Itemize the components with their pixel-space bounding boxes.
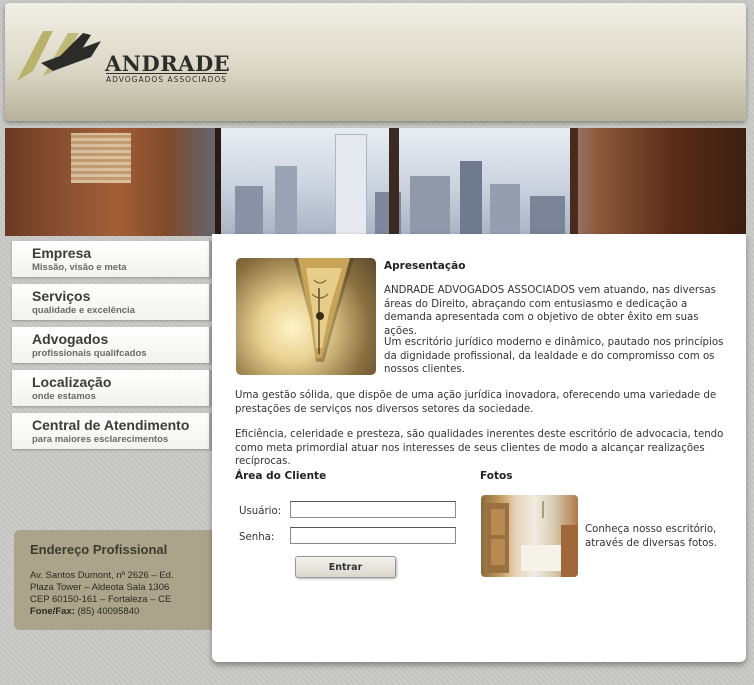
address-line: Plaza Tower – Aldeota Sala 1306 (30, 582, 170, 593)
main-content: Apresentação ANDRADE ADVOGADOS ASSOCIADO… (212, 234, 746, 662)
banner-pillar (215, 128, 221, 236)
client-area-title: Área do Cliente (235, 470, 327, 482)
menu-item-title: Localização (32, 374, 112, 390)
presentation-paragraph-2: Um escritório jurídico moderno e dinâmic… (384, 337, 724, 375)
address-phone: Fone/Fax: (85) 40095840 (30, 606, 139, 617)
login-button[interactable]: Entrar (295, 556, 396, 578)
photos-caption: Conheça nosso escritório, através de div… (585, 524, 717, 549)
presentation-paragraph-3: Uma gestão sólida, que dispõe de uma açã… (235, 390, 717, 415)
presentation-heading: Apresentação (384, 260, 466, 272)
menu-item-subtitle: para maiores esclarecimentos (32, 434, 169, 445)
address-line: CEP 60150-161 – Fortaleza – CE (30, 594, 172, 605)
menu-item-servicos[interactable]: Serviços qualidade e excelência (12, 284, 212, 320)
fountain-pen-image (236, 258, 376, 375)
menu-item-subtitle: profissionais qualifcados (32, 348, 147, 359)
menu-item-subtitle: qualidade e excelência (32, 305, 135, 316)
address-title: Endereço Profissional (30, 542, 168, 557)
menu-item-title: Empresa (32, 245, 92, 261)
banner-window-blind (71, 133, 131, 183)
menu-item-localizacao[interactable]: Localização onde estamos (12, 370, 212, 406)
password-label: Senha: (239, 532, 275, 543)
banner-pillar (570, 128, 578, 236)
brand-subtitle: ADVOGADOS ASSOCIADOS (106, 73, 228, 84)
presentation-paragraph-4: Eficiência, celeridade e presteza, são q… (235, 429, 724, 467)
menu-item-subtitle: onde estamos (32, 391, 96, 402)
phone-number: (85) 40095840 (77, 606, 140, 617)
logo-mark-icon[interactable] (13, 21, 108, 95)
phone-label: Fone/Fax: (30, 606, 75, 617)
presentation-paragraph-1: ANDRADE ADVOGADOS ASSOCIADOS vem atuando… (384, 285, 716, 337)
menu-item-central-atendimento[interactable]: Central de Atendimento para maiores escl… (12, 413, 212, 449)
photos-title: Fotos (480, 470, 513, 482)
address-line: Av. Santos Dumont, nº 2626 – Ed. (30, 570, 174, 581)
password-input[interactable] (290, 527, 456, 544)
menu-item-title: Central de Atendimento (32, 417, 190, 433)
username-label: Usuário: (239, 506, 282, 517)
main-menu: Empresa Missão, visão e meta Serviços qu… (12, 241, 212, 456)
menu-item-advogados[interactable]: Advogados profissionais qualifcados (12, 327, 212, 363)
menu-item-title: Advogados (32, 331, 109, 347)
banner-pillar (389, 128, 399, 236)
menu-item-empresa[interactable]: Empresa Missão, visão e meta (12, 241, 212, 277)
office-photo-thumbnail[interactable] (481, 495, 578, 577)
city-banner-image (5, 128, 746, 236)
menu-item-title: Serviços (32, 288, 91, 304)
username-input[interactable] (290, 501, 456, 518)
address-panel: Endereço Profissional Av. Santos Dumont,… (14, 530, 214, 630)
menu-item-subtitle: Missão, visão e meta (32, 262, 127, 273)
site-header: ANDRADE ADVOGADOS ASSOCIADOS (5, 3, 746, 121)
